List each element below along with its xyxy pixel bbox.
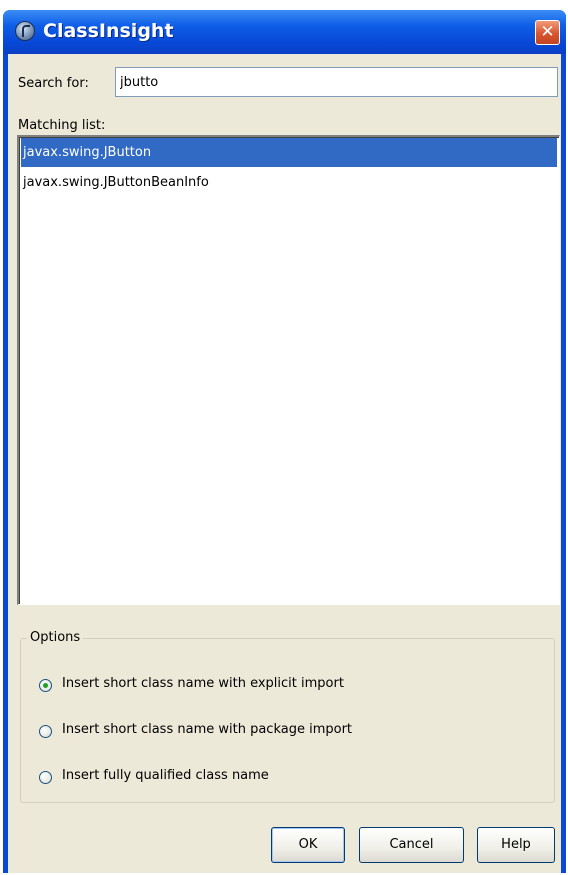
window-title: ClassInsight: [43, 20, 174, 42]
search-label: Search for:: [18, 76, 89, 91]
radio-button[interactable]: [39, 679, 52, 692]
radio-button[interactable]: [39, 771, 52, 784]
radio-label[interactable]: Insert short class name with package imp…: [62, 722, 352, 737]
ok-button[interactable]: OK: [271, 827, 345, 863]
options-group: Options Insert short class name with exp…: [20, 630, 555, 803]
cancel-button[interactable]: Cancel: [359, 827, 464, 863]
radio-button[interactable]: [39, 725, 52, 738]
matching-list-label: Matching list:: [18, 118, 106, 133]
list-item[interactable]: javax.swing.JButton: [21, 138, 557, 167]
matching-list[interactable]: javax.swing.JButton javax.swing.JButtonB…: [17, 135, 560, 605]
options-legend: Options: [27, 630, 84, 645]
app-icon: [15, 21, 35, 41]
search-input[interactable]: [115, 67, 558, 97]
close-icon[interactable]: ✕: [535, 20, 560, 45]
dialog-body: Search for: Matching list: javax.swing.J…: [8, 54, 561, 873]
list-item[interactable]: javax.swing.JButtonBeanInfo: [21, 168, 557, 197]
radio-label[interactable]: Insert fully qualified class name: [62, 768, 269, 783]
title-bar[interactable]: ClassInsight ✕: [3, 10, 566, 54]
dialog-window: ClassInsight ✕ Search for: Matching list…: [3, 10, 566, 873]
help-button[interactable]: Help: [477, 827, 555, 863]
radio-label[interactable]: Insert short class name with explicit im…: [62, 676, 344, 691]
